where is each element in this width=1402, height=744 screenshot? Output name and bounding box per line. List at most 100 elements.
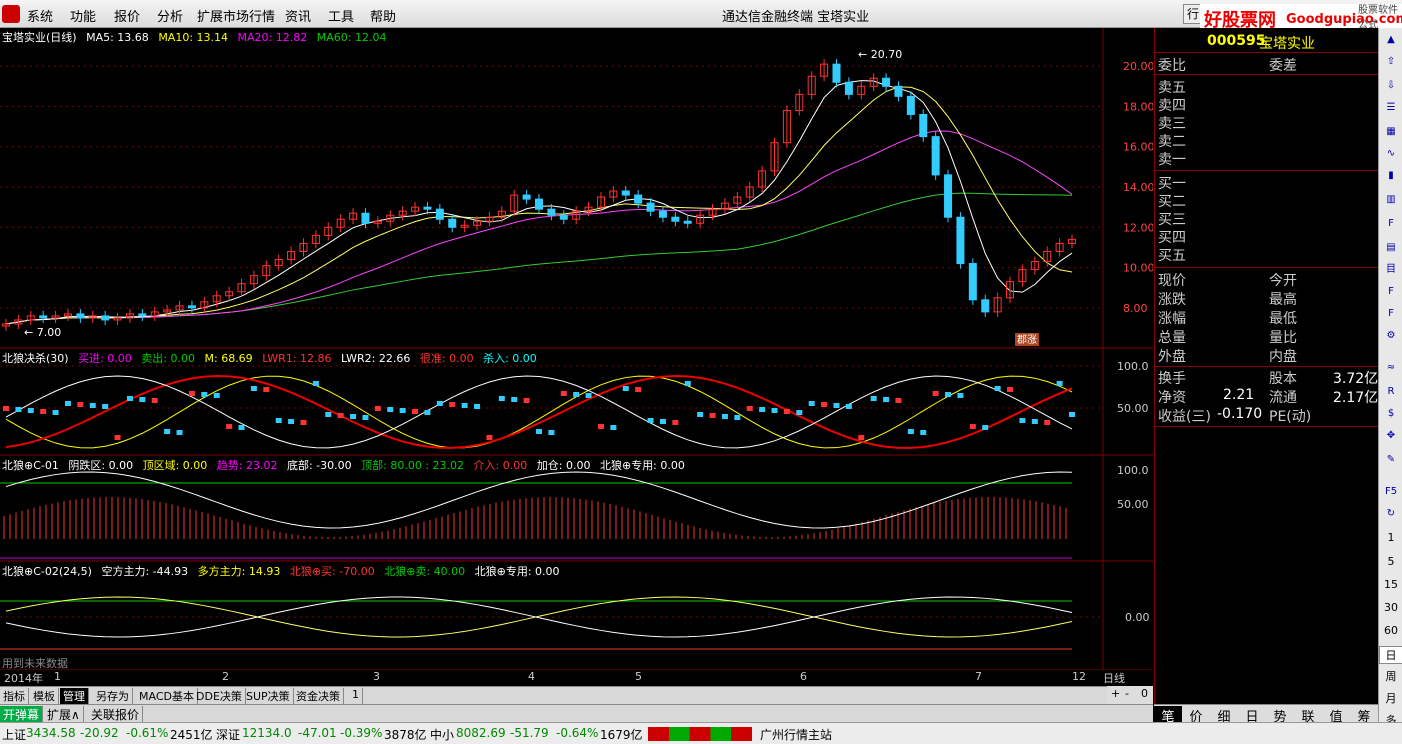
ind1-dot xyxy=(697,412,704,417)
menu-tools[interactable]: 工具 xyxy=(328,6,354,25)
menu-quote[interactable]: 报价 xyxy=(114,6,140,25)
period-month[interactable]: 月 xyxy=(1379,690,1402,706)
ind1-dot xyxy=(15,407,22,412)
f5-icon[interactable]: F5 xyxy=(1383,484,1399,500)
tab-template[interactable]: 模板 xyxy=(30,688,59,704)
tab-dde[interactable]: DDE决策 xyxy=(193,688,246,704)
ind1-dot xyxy=(684,381,691,386)
zoom-reset-button[interactable]: 0 xyxy=(1141,687,1148,700)
f10-icon[interactable]: F xyxy=(1383,216,1399,232)
tab-detail[interactable]: 细 xyxy=(1210,706,1238,725)
news-icon[interactable]: 目 xyxy=(1383,262,1399,278)
period-week[interactable]: 周 xyxy=(1379,668,1402,684)
tab-macd[interactable]: MACD基本 xyxy=(136,688,198,704)
f10-alt-icon[interactable]: F xyxy=(1383,306,1399,322)
period-60min[interactable]: 60 xyxy=(1379,624,1402,637)
refresh-icon[interactable]: ↻ xyxy=(1383,506,1399,522)
divider xyxy=(1155,426,1379,427)
arrow-down-icon[interactable]: ⇩ xyxy=(1383,78,1399,94)
tab-link[interactable]: 联 xyxy=(1294,706,1322,725)
f12-icon[interactable]: F xyxy=(1383,284,1399,300)
candle-body xyxy=(894,85,903,97)
ind1-lwr1: LWR1: 12.86 xyxy=(262,352,332,365)
dollar-icon[interactable]: $ xyxy=(1383,406,1399,422)
zoom-out-button[interactable]: - xyxy=(1125,687,1129,700)
tab-chip[interactable]: 筹 xyxy=(1350,706,1378,725)
menu-analysis[interactable]: 分析 xyxy=(157,6,183,25)
tab-price[interactable]: 价 xyxy=(1182,706,1210,725)
menu-news[interactable]: 资讯 xyxy=(285,6,311,25)
ind1-dot xyxy=(771,408,778,413)
server-name[interactable]: 广州行情主站 xyxy=(760,726,832,743)
tab-page-1[interactable]: 1 xyxy=(349,688,363,704)
sell5-label: 卖五 xyxy=(1158,80,1186,96)
menu-system[interactable]: 系统 xyxy=(27,6,53,25)
sh-index-pct: -0.61% xyxy=(126,726,169,740)
price-tick-label: 8.00 xyxy=(1123,302,1148,315)
move-icon[interactable]: ✥ xyxy=(1383,428,1399,444)
ind1-dot xyxy=(858,435,865,440)
menu-help[interactable]: 帮助 xyxy=(370,6,396,25)
candle-body xyxy=(559,214,568,220)
line-chart-icon[interactable]: ∿ xyxy=(1383,146,1399,162)
sh-index-value: 3434.58 xyxy=(26,726,76,740)
zoom-in-button[interactable]: + xyxy=(1111,687,1120,700)
ind1-dot xyxy=(560,391,567,396)
tab-value[interactable]: 值 xyxy=(1322,706,1350,725)
eps-value: -0.170 xyxy=(1217,406,1263,422)
period-5min[interactable]: 5 xyxy=(1379,555,1402,568)
sh-index-amount: 2451亿 xyxy=(170,728,213,742)
menu-function[interactable]: 功能 xyxy=(70,6,96,25)
month-label: 4 xyxy=(528,670,535,683)
ind1-dot xyxy=(982,425,989,430)
candlestick-icon[interactable]: ▮ xyxy=(1383,168,1399,184)
tab-trend[interactable]: 势 xyxy=(1266,706,1294,725)
ind1-name: 北狼决杀(30) xyxy=(2,352,69,365)
danmaku-button[interactable]: 开弹幕 xyxy=(0,706,44,722)
period-day[interactable]: 日 xyxy=(1379,646,1402,664)
ind1-dot xyxy=(188,391,195,396)
bar-chart-icon[interactable]: ▥ xyxy=(1383,192,1399,208)
tab-indicator[interactable]: 指标 xyxy=(0,688,29,704)
pen-icon[interactable]: ✎ xyxy=(1383,452,1399,468)
list-icon[interactable]: ☰ xyxy=(1383,100,1399,116)
ind1-dot xyxy=(945,392,952,397)
ind1-hen: 很准: 0.00 xyxy=(419,352,474,365)
expand-button[interactable]: 扩展∧ xyxy=(44,706,84,722)
ind1-dot xyxy=(64,401,71,406)
ind1-dot xyxy=(821,402,828,407)
ind1-dot xyxy=(139,397,146,402)
tab-fund[interactable]: 资金决策 xyxy=(293,688,344,704)
candle-body xyxy=(101,315,110,321)
buy2-label: 买二 xyxy=(1158,194,1186,210)
period-15min[interactable]: 15 xyxy=(1379,578,1402,591)
indicator-tab-bar: 指标 模板 管理 另存为 MACD基本 DDE决策 SUP决策 资金决策 1 xyxy=(0,686,1153,704)
ind1-dot xyxy=(511,397,518,402)
arrow-up-icon[interactable]: ▲ xyxy=(1383,32,1399,48)
chart-area[interactable]: 20.00 18.00 16.00 14.00 12.00 10.00 8.00 ← 20.7… xyxy=(0,28,1153,685)
tab-tick[interactable]: 笔 xyxy=(1154,706,1182,725)
tab-manage[interactable]: 管理 xyxy=(60,688,89,704)
price-tick-label: 20.00 xyxy=(1123,60,1153,73)
settings-icon[interactable]: ⚙ xyxy=(1383,328,1399,344)
rsi-icon[interactable]: R xyxy=(1383,384,1399,400)
quote-tab-bar: 笔 价 细 日 势 联 值 筹 xyxy=(1154,704,1378,725)
document-icon[interactable]: ▤ xyxy=(1383,240,1399,256)
tab-sup[interactable]: SUP决策 xyxy=(243,688,294,704)
period-30min[interactable]: 30 xyxy=(1379,601,1402,614)
tab-save-as[interactable]: 另存为 xyxy=(93,688,133,704)
related-quote-button[interactable]: 关联报价 xyxy=(88,706,144,722)
ind2-add: 加仓: 0.00 xyxy=(536,459,591,472)
menu-extended-market[interactable]: 扩展市场行情 xyxy=(197,6,275,25)
wave-icon[interactable]: ≈ xyxy=(1383,360,1399,376)
float-value: 2.17亿 xyxy=(1333,390,1379,406)
ind1-dot xyxy=(449,402,456,407)
table-icon[interactable]: ▦ xyxy=(1383,124,1399,140)
arrow-up-icon[interactable]: ⇧ xyxy=(1383,54,1399,70)
candle-body xyxy=(39,315,48,319)
ind1-dot xyxy=(275,418,282,423)
tab-day[interactable]: 日 xyxy=(1238,706,1266,725)
ind1-dot xyxy=(783,409,790,414)
ind3-tick-label: 0.00 xyxy=(1125,611,1150,624)
period-1min[interactable]: 1 xyxy=(1379,531,1402,544)
